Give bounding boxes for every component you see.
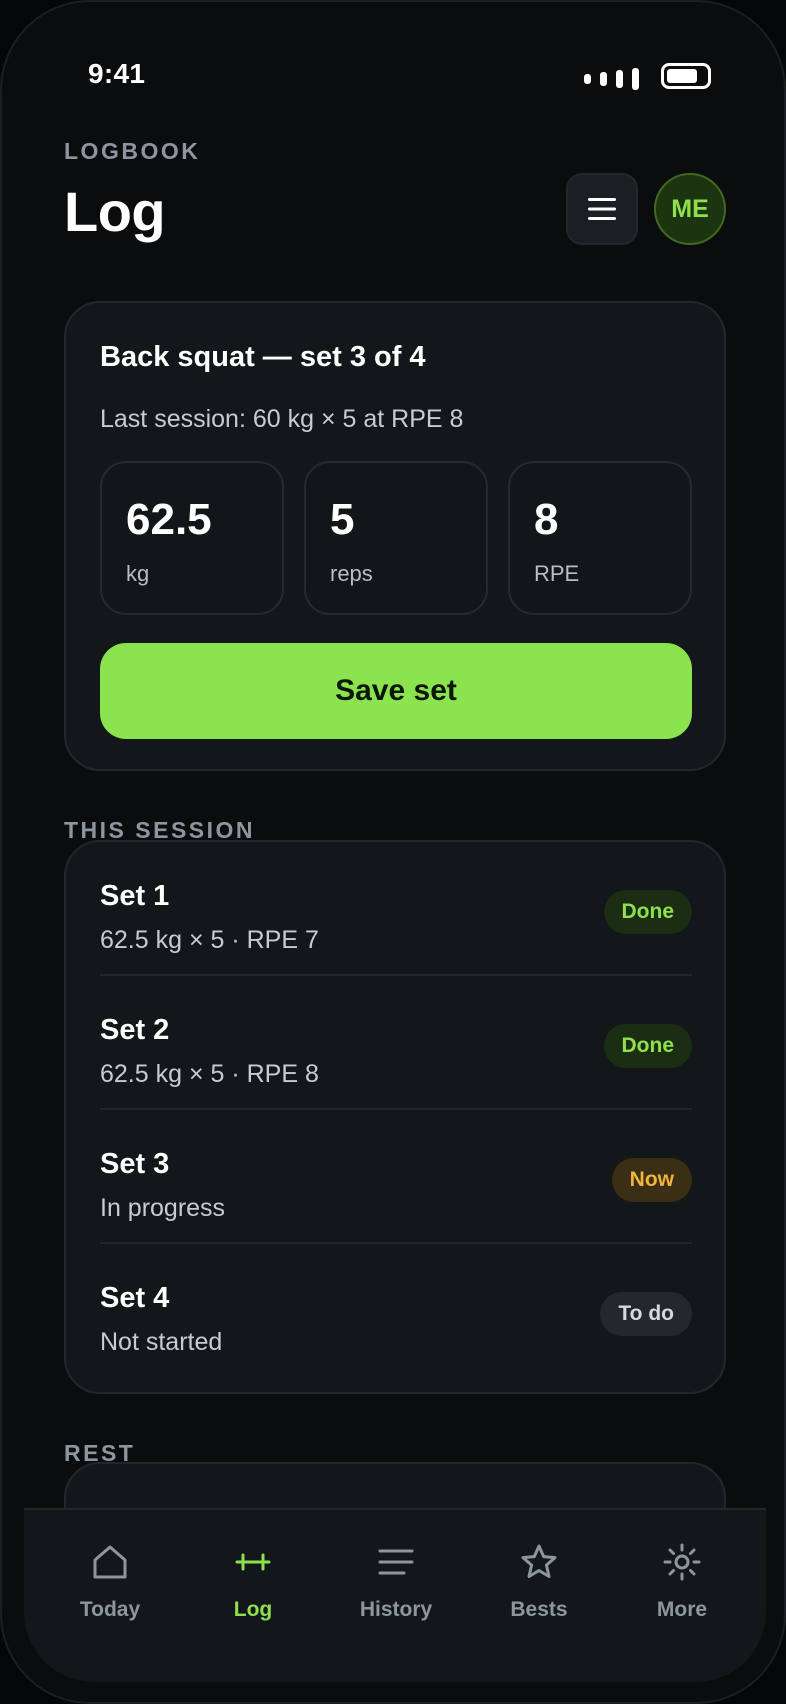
page-eyebrow: LOGBOOK — [64, 138, 201, 164]
weight-unit: kg — [126, 561, 150, 586]
signal-icon — [584, 68, 639, 90]
menu-button[interactable] — [566, 173, 638, 245]
dynamic-island — [282, 46, 508, 104]
tab-label: Log — [233, 1598, 273, 1621]
reps-field[interactable]: 5 reps — [304, 461, 488, 615]
weight-value: 62.5 — [126, 495, 212, 544]
list-item[interactable]: Set 2 62.5 kg × 5 · RPE 8 Done — [100, 976, 692, 1110]
set-name: Set 2 — [100, 1014, 170, 1046]
status-badge: To do — [600, 1292, 692, 1336]
gear-icon — [663, 1543, 701, 1581]
star-icon — [521, 1544, 557, 1578]
battery-icon — [661, 63, 711, 89]
rpe-unit: RPE — [534, 561, 580, 586]
set-detail: 62.5 kg × 5 · RPE 7 — [100, 926, 319, 954]
list-item[interactable]: Set 4 Not started To do — [100, 1244, 692, 1378]
tab-bests[interactable]: Bests — [469, 1540, 609, 1630]
status-badge: Now — [611, 1158, 692, 1202]
tab-label: More — [656, 1598, 708, 1621]
status-badge: Done — [603, 1024, 692, 1068]
list-item[interactable]: Set 1 62.5 kg × 5 · RPE 7 Done — [100, 842, 692, 976]
tab-more[interactable]: More — [612, 1540, 752, 1630]
rpe-field[interactable]: 8 RPE — [508, 461, 692, 615]
set-detail: Not started — [100, 1328, 223, 1356]
page-header: LOGBOOK Log ME — [64, 138, 726, 248]
tab-label: Bests — [510, 1598, 568, 1621]
exercise-title: Back squat — set 3 of 4 — [100, 341, 426, 373]
status-time: 9:41 — [88, 58, 146, 89]
tab-label: Today — [79, 1598, 141, 1621]
list-item[interactable]: Set 3 In progress Now — [100, 1110, 692, 1244]
barbell-icon — [235, 1553, 271, 1571]
set-detail: In progress — [100, 1194, 226, 1222]
save-set-button[interactable]: Save set — [100, 643, 692, 739]
rpe-value: 8 — [534, 495, 559, 544]
tab-history[interactable]: History — [326, 1540, 466, 1630]
tab-log[interactable]: Log — [183, 1540, 323, 1630]
reps-value: 5 — [330, 495, 355, 544]
reps-unit: reps — [330, 561, 373, 586]
status-bar: 9:41 — [2, 2, 784, 152]
status-badge: Done — [603, 890, 692, 934]
set-entry-card: Back squat — set 3 of 4 Last session: 60… — [64, 301, 726, 771]
hamburger-icon — [588, 198, 616, 220]
tab-label: History — [359, 1598, 433, 1621]
set-name: Set 1 — [100, 880, 170, 912]
session-sets-list: Set 1 62.5 kg × 5 · RPE 7 Done Set 2 62.… — [64, 840, 726, 1394]
avatar[interactable]: ME — [654, 173, 726, 245]
last-session-summary: Last session: 60 kg × 5 at RPE 8 — [100, 405, 464, 433]
set-name: Set 3 — [100, 1148, 170, 1180]
phone-frame: 9:41 LOGBOOK Log ME Back squat — set 3 o… — [0, 0, 786, 1704]
list-icon — [378, 1549, 414, 1575]
set-name: Set 4 — [100, 1282, 170, 1314]
set-detail: 62.5 kg × 5 · RPE 8 — [100, 1060, 319, 1088]
tab-today[interactable]: Today — [40, 1540, 180, 1630]
home-icon — [93, 1545, 127, 1579]
tab-bar: Today Log History Bests More — [24, 1508, 766, 1682]
weight-field[interactable]: 62.5 kg — [100, 461, 284, 615]
